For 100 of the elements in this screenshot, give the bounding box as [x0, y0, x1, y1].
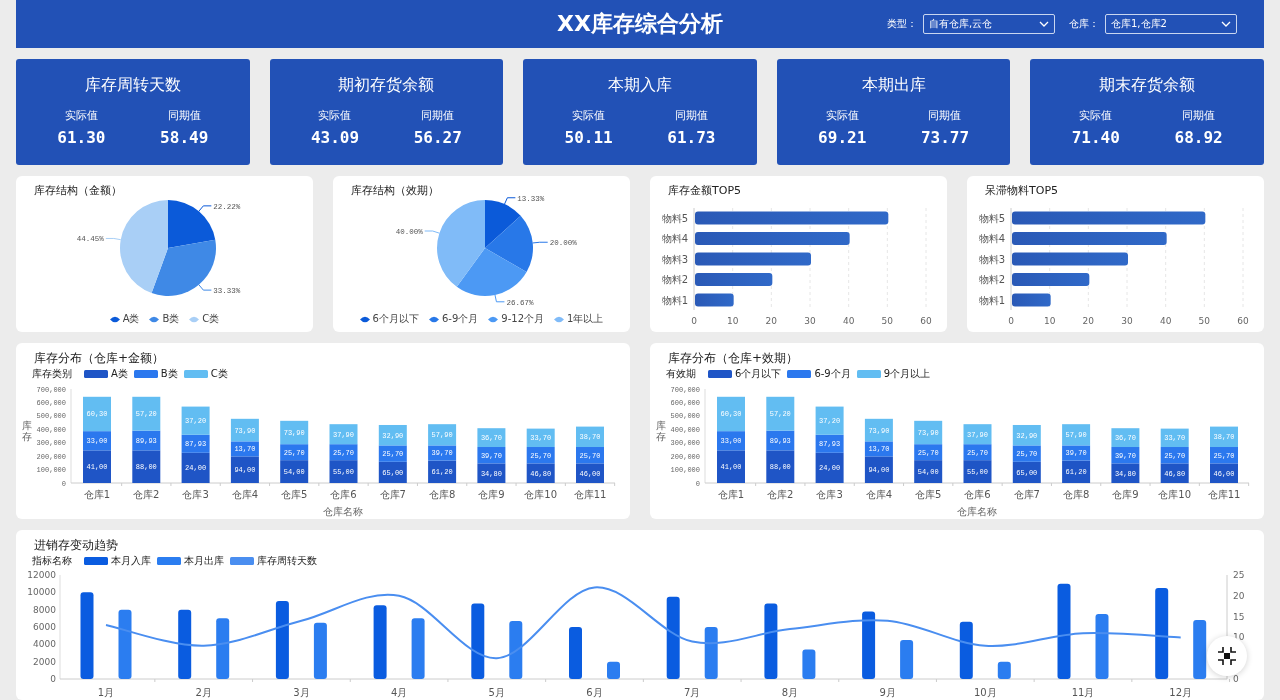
leader-line	[198, 284, 212, 291]
exit-fullscreen-icon	[1217, 646, 1237, 666]
legend-label: B类	[160, 367, 178, 381]
category-label: 仓库6	[330, 489, 357, 500]
bar	[576, 426, 604, 447]
bar	[963, 444, 992, 461]
category-label: 仓库8	[1062, 489, 1090, 500]
metric-label: 实际值	[64, 108, 98, 123]
legend-label: A类	[122, 312, 140, 326]
category-label: 7月	[684, 687, 701, 698]
leader-line	[532, 241, 549, 244]
metric-value: 69.21	[818, 128, 867, 147]
metric-label: 同期值	[674, 108, 708, 123]
category-label: 8月	[781, 687, 799, 698]
legend-label: B类	[162, 312, 180, 326]
legend-label: 9个月以上	[883, 367, 931, 381]
bar	[1012, 445, 1041, 462]
category-label: 物料3	[661, 253, 688, 265]
bar	[329, 424, 358, 445]
bar	[1210, 426, 1238, 447]
category-label: 3月	[293, 687, 310, 698]
leader-line	[424, 230, 440, 234]
tick-label: 15	[1233, 611, 1245, 622]
bar	[280, 460, 309, 483]
kpi-title: 本期出库	[861, 75, 926, 96]
bar	[477, 447, 506, 464]
tick-label: 10	[726, 316, 739, 326]
bar	[1210, 463, 1238, 483]
tick-label: 50	[1198, 316, 1211, 326]
chart-title: 库存分布（仓库+金额）	[34, 350, 165, 367]
bar	[411, 618, 425, 679]
metric-value: 61.73	[667, 128, 716, 147]
category-label: 5月	[488, 687, 505, 698]
category-label: 仓库5	[915, 489, 942, 500]
bar	[313, 622, 327, 679]
bar	[1193, 620, 1207, 679]
bar	[695, 293, 734, 307]
kpi-title: 期末存货余额	[1099, 75, 1196, 96]
tick-label: 12000	[27, 570, 56, 580]
metric-label: 实际值	[825, 108, 859, 123]
chart-title: 库存分布（仓库+效期）	[668, 350, 799, 367]
metric-label: 同期值	[928, 108, 962, 123]
metric-label: 实际值	[318, 108, 352, 123]
category-label: 仓库9	[1112, 489, 1139, 500]
tick-label: 0	[1233, 674, 1239, 684]
category-label: 仓库1	[717, 489, 745, 500]
tick-label: 30	[1121, 316, 1133, 326]
tick-label: 10000	[27, 587, 56, 598]
bar	[1012, 293, 1051, 307]
bar	[914, 460, 943, 483]
filter-label: 仓库：	[1069, 17, 1099, 31]
category-label: 物料1	[978, 294, 1005, 306]
legend-label: 本月入库	[111, 554, 151, 568]
metric-value: 56.27	[413, 128, 462, 147]
tick-label: 50	[881, 316, 894, 326]
chevron-down-icon	[1039, 21, 1049, 27]
axis-title: 库存	[22, 420, 32, 442]
category-label: 物料5	[978, 212, 1005, 224]
dropdown[interactable]: 自有仓库,云仓	[923, 14, 1055, 34]
bar	[569, 627, 582, 679]
category-label: 仓库5	[281, 489, 308, 500]
legend-label: A类	[111, 367, 128, 381]
category-label: 物料5	[661, 212, 688, 224]
category-label: 1月	[97, 687, 115, 698]
category-label: 仓库2	[767, 489, 794, 500]
bar	[576, 447, 604, 464]
tick-label: 0	[691, 316, 697, 326]
category-label: 物料2	[978, 274, 1005, 285]
bar	[963, 460, 992, 483]
leader-line	[504, 197, 516, 205]
tick-label: 20	[1082, 316, 1095, 326]
category-label: 物料4	[661, 233, 688, 244]
category-label: 9月	[879, 687, 896, 698]
category-label: 仓库1	[83, 489, 111, 500]
legend-label: 库存周转天数	[257, 554, 317, 568]
bar	[216, 618, 230, 679]
tick-label: 0	[1008, 316, 1014, 326]
tick-label: 10	[1043, 316, 1056, 326]
metric-value: 71.40	[1071, 128, 1120, 147]
dropdown[interactable]: 仓库1,仓库2	[1105, 14, 1237, 34]
legend-label: 本月出库	[184, 554, 224, 568]
category-label: 10月	[973, 687, 997, 698]
bar	[900, 640, 914, 679]
metric-value: 68.92	[1174, 128, 1223, 147]
bar	[378, 461, 407, 483]
leader-line	[198, 205, 212, 212]
metric-value: 61.30	[57, 128, 106, 147]
metric-label: 同期值	[167, 108, 201, 123]
metric-value: 43.09	[310, 128, 360, 147]
legend-label: 6个月以下	[372, 312, 419, 326]
bar	[802, 649, 816, 679]
category-label: 物料2	[661, 274, 688, 285]
bar	[178, 609, 192, 679]
bar	[1111, 447, 1140, 464]
category-label: 物料4	[978, 233, 1005, 244]
bar	[1095, 614, 1109, 679]
category-label: 仓库9	[478, 489, 505, 500]
category-label: 仓库3	[816, 489, 843, 500]
chevron-down-icon	[1221, 21, 1231, 27]
tick-label: 8000	[33, 604, 56, 615]
